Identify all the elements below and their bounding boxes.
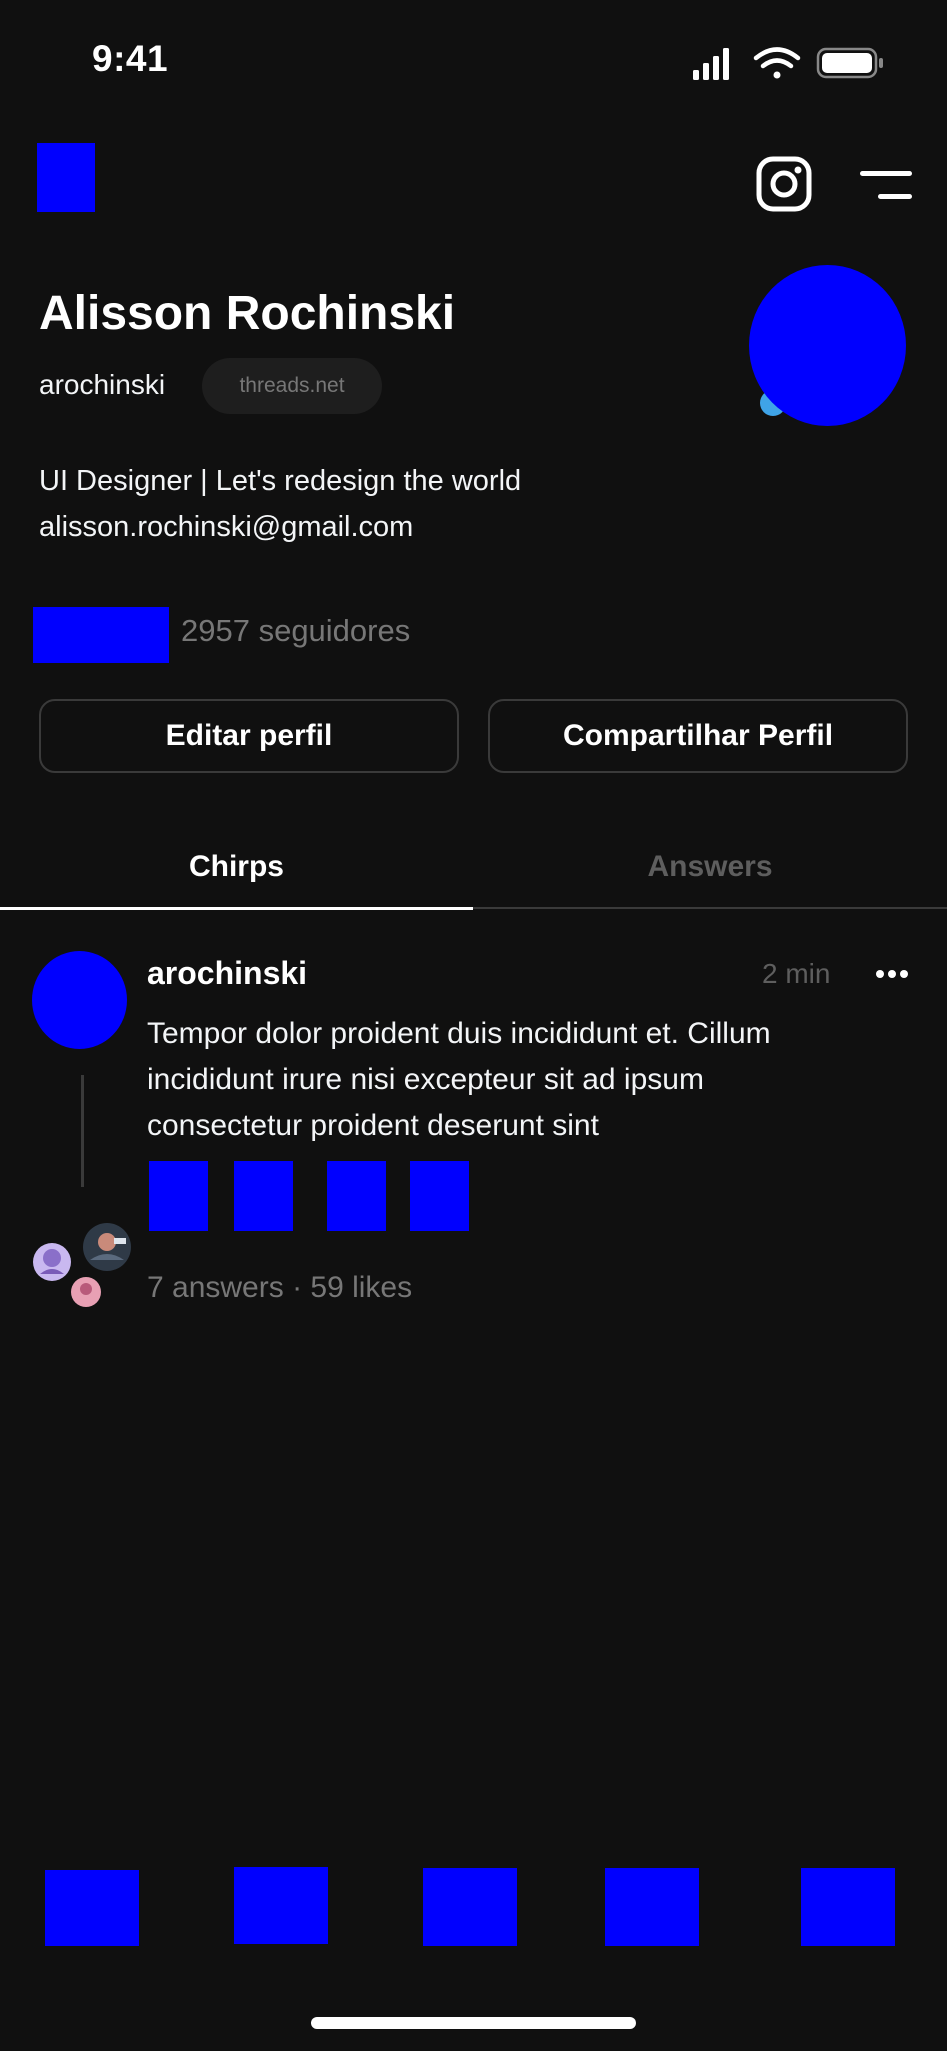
tab-chirps[interactable]: Chirps xyxy=(0,837,473,897)
tab-answers[interactable]: Answers xyxy=(473,837,947,897)
domain-badge[interactable]: threads.net xyxy=(202,358,382,414)
post-text-line: incididunt irure nisi excepteur sit ad i… xyxy=(147,1063,704,1096)
reply-avatars xyxy=(33,1223,131,1307)
app-logo-placeholder[interactable] xyxy=(37,143,95,212)
status-time: 9:41 xyxy=(92,38,169,79)
post-avatar[interactable] xyxy=(32,951,127,1049)
reply-avatar xyxy=(71,1277,101,1307)
home-indicator[interactable] xyxy=(311,2017,636,2029)
profile-avatar[interactable] xyxy=(749,265,906,426)
instagram-icon[interactable] xyxy=(756,156,812,212)
bio-line: UI Designer | Let's redesign the world xyxy=(39,465,522,497)
profile-username: arochinski xyxy=(39,369,166,400)
post-text-line: consectetur proident deserunt sint xyxy=(147,1109,599,1142)
edit-profile-button[interactable]: Editar perfil xyxy=(39,699,459,773)
tab-active-indicator xyxy=(0,907,473,910)
followers-avatars-placeholder[interactable] xyxy=(33,607,169,663)
nav-profile-button[interactable] xyxy=(801,1868,895,1946)
more-options-icon[interactable] xyxy=(874,962,910,986)
thread-line xyxy=(81,1075,84,1187)
share-profile-button[interactable]: Compartilhar Perfil xyxy=(488,699,908,773)
post-time: 2 min xyxy=(762,958,831,989)
status-icons xyxy=(693,47,883,80)
bio-line[interactable]: alisson.rochinski@gmail.com xyxy=(39,504,739,550)
cellular-signal-icon xyxy=(693,48,729,80)
share-button[interactable] xyxy=(410,1161,469,1231)
post-stats[interactable]: 7 answers · 59 likes xyxy=(147,1271,412,1305)
tab-divider xyxy=(473,907,947,909)
profile-name: Alisson Rochinski xyxy=(39,287,456,340)
like-button[interactable] xyxy=(149,1161,208,1231)
reply-avatar xyxy=(83,1223,131,1271)
post-text-line: Tempor dolor proident duis incididunt et… xyxy=(147,1017,771,1050)
battery-icon xyxy=(816,47,883,79)
menu-icon[interactable] xyxy=(860,168,912,202)
nav-search-button[interactable] xyxy=(234,1867,328,1944)
wifi-icon xyxy=(753,47,801,79)
nav-activity-button[interactable] xyxy=(605,1868,699,1946)
nav-compose-button[interactable] xyxy=(423,1868,517,1946)
repost-button[interactable] xyxy=(327,1161,386,1231)
comment-button[interactable] xyxy=(234,1161,293,1231)
followers-count[interactable]: 2957 seguidores xyxy=(181,613,410,649)
reply-avatar xyxy=(33,1243,71,1281)
nav-home-button[interactable] xyxy=(45,1870,139,1946)
post-username[interactable]: arochinski xyxy=(147,955,307,992)
profile-bio: UI Designer | Let's redesign the world a… xyxy=(39,458,739,550)
post-text: Tempor dolor proident duis incididunt et… xyxy=(147,1011,887,1149)
